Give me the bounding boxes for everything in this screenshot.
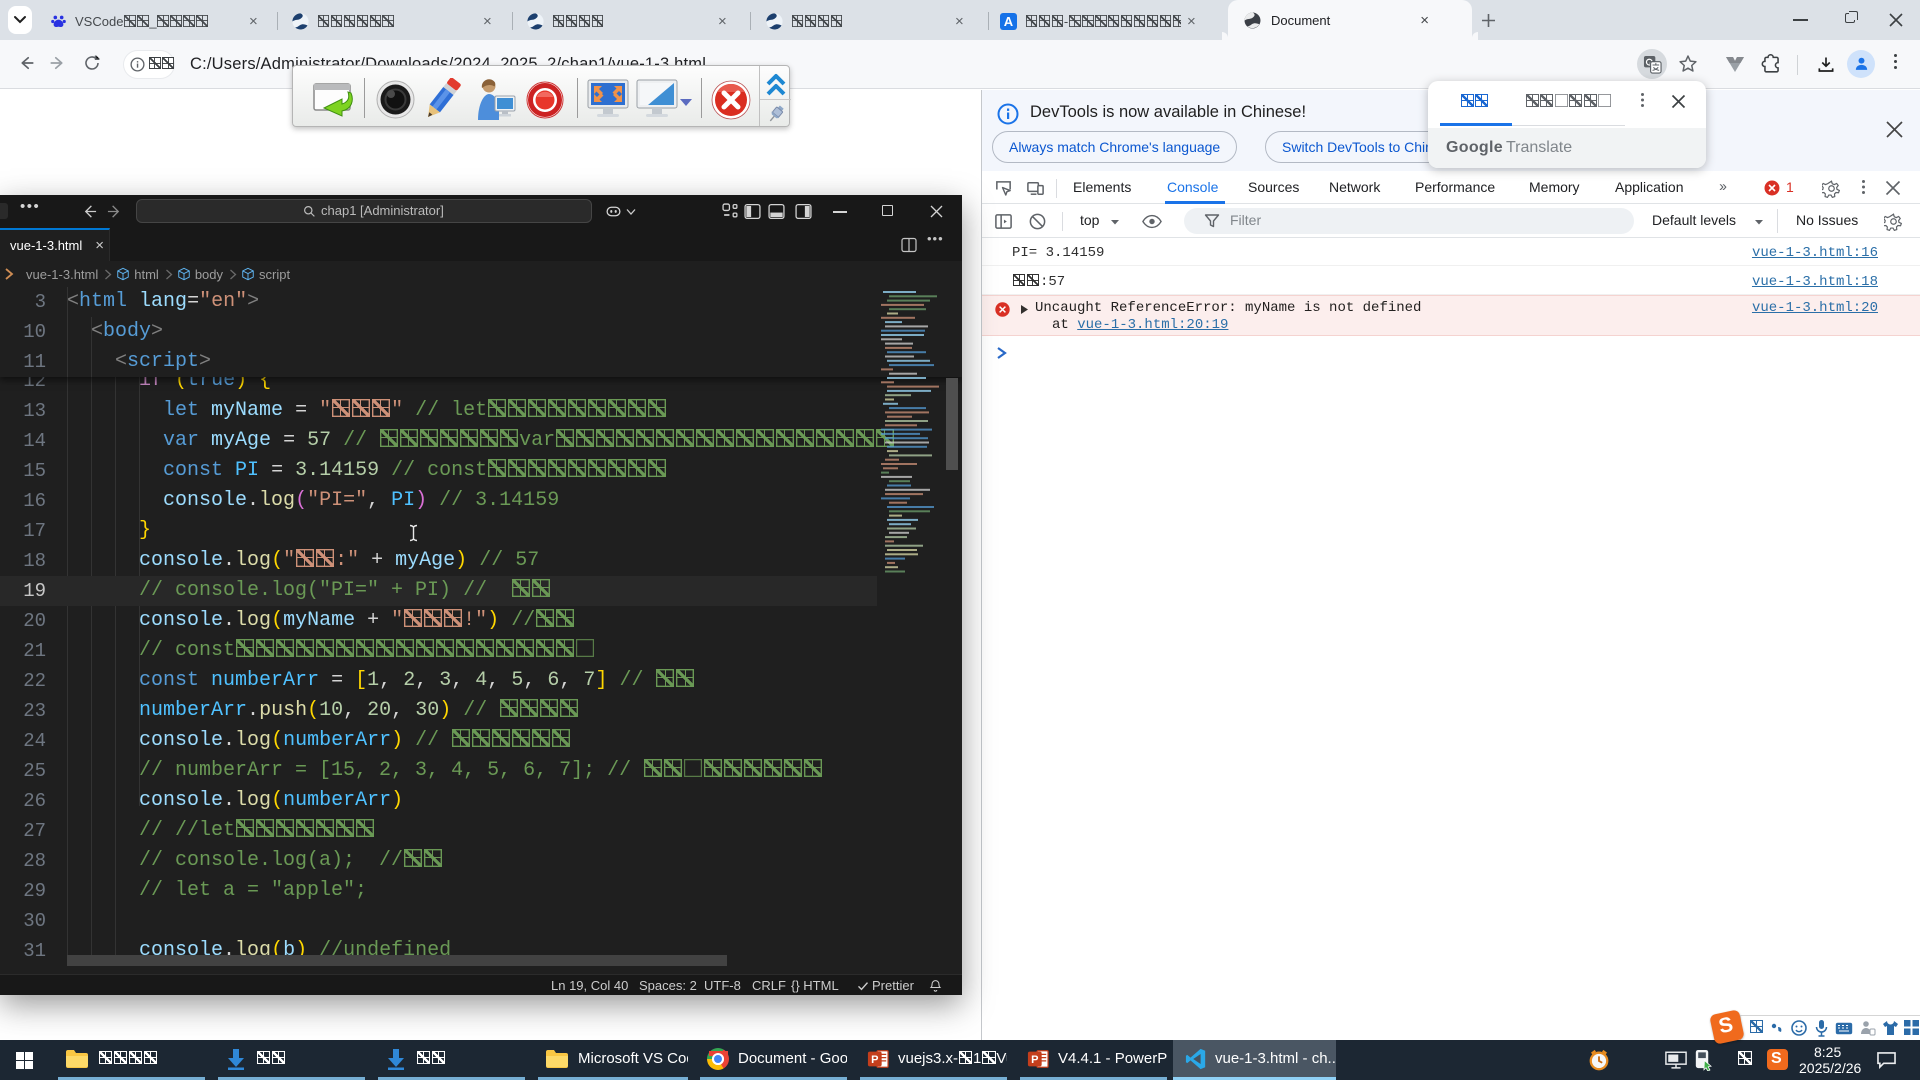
svg-text:P: P: [1031, 1054, 1038, 1066]
svg-text:P: P: [871, 1054, 878, 1066]
